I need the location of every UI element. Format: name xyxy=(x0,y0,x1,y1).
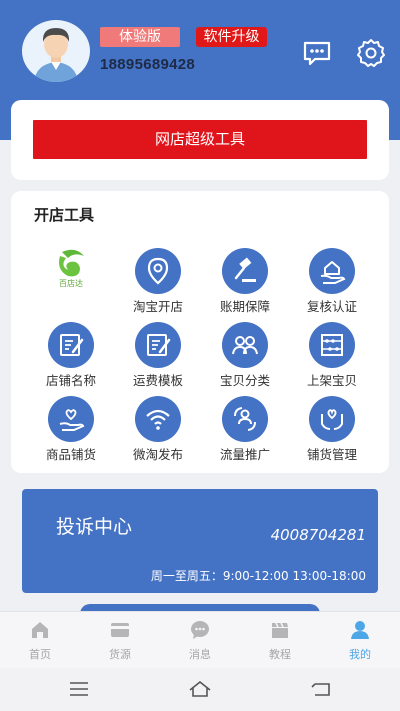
tab-label: 教程 xyxy=(269,648,291,661)
tab-source[interactable]: 货源 xyxy=(80,612,160,669)
tool-label: 商品铺货 xyxy=(45,447,96,462)
avatar[interactable] xyxy=(22,20,90,82)
banner-card: 网店超级工具 xyxy=(11,100,389,180)
edit-document-icon xyxy=(48,322,94,368)
tab-label: 我的 xyxy=(349,648,371,661)
tab-label: 首页 xyxy=(29,648,51,661)
clapper-icon xyxy=(270,620,290,640)
baidianda-logo-text: 百店达 xyxy=(59,279,83,288)
tool-label: 宝贝分类 xyxy=(219,373,270,388)
location-pin-icon xyxy=(135,248,181,294)
tool-weitao-publish[interactable]: 微淘发布 xyxy=(113,396,203,466)
tool-taobao-open-store[interactable]: 淘宝开店 xyxy=(113,248,203,318)
complaint-center-card[interactable]: 投诉中心 4008704281 周一至周五：9:00-12:00 13:00-1… xyxy=(22,489,378,593)
tool-item-category[interactable]: 宝贝分类 xyxy=(200,322,290,392)
tab-label: 货源 xyxy=(109,648,131,661)
tool-shipping-template[interactable]: 运费模板 xyxy=(113,322,203,392)
card-icon xyxy=(110,620,130,640)
tab-messages[interactable]: 消息 xyxy=(160,612,240,669)
tool-traffic-promotion[interactable]: 流量推广 xyxy=(200,396,290,466)
gear-icon[interactable] xyxy=(356,38,386,68)
tool-label: 运费模板 xyxy=(132,373,183,388)
tool-label: 流量推广 xyxy=(219,447,270,462)
hands-heart-icon xyxy=(309,396,355,442)
tab-home[interactable]: 首页 xyxy=(0,612,80,669)
bottom-tab-bar: 首页 货源 消息 教程 我的 xyxy=(0,611,400,668)
edit-document-icon xyxy=(135,322,181,368)
message-icon[interactable] xyxy=(302,38,332,68)
system-navigation-bar xyxy=(0,668,400,711)
heart-hand-icon xyxy=(48,396,94,442)
tool-recheck-certification[interactable]: 复核认证 xyxy=(287,248,377,318)
abacus-icon xyxy=(309,322,355,368)
tool-label: 淘宝开店 xyxy=(132,299,183,314)
tool-store-name[interactable]: 店铺名称 xyxy=(26,322,116,392)
software-upgrade-button[interactable]: 软件升级 xyxy=(196,27,267,47)
house-hand-icon xyxy=(309,248,355,294)
shop-tools-card: 开店工具 百店达 淘宝开店 账期保障 复核认证 店铺名称 运费模板 宝贝分类 上… xyxy=(11,191,389,473)
wifi-icon xyxy=(135,396,181,442)
people-icon xyxy=(222,322,268,368)
complaint-center-title: 投诉中心 xyxy=(56,516,133,538)
tab-mine[interactable]: 我的 xyxy=(320,612,400,669)
home-icon xyxy=(30,620,50,640)
tab-tutorial[interactable]: 教程 xyxy=(240,612,320,669)
service-hours: 周一至周五：9:00-12:00 13:00-18:00 xyxy=(150,569,366,583)
tool-product-distribution[interactable]: 商品铺货 xyxy=(26,396,116,466)
trial-version-badge: 体验版 xyxy=(100,27,180,47)
chat-icon xyxy=(190,620,210,640)
tool-distribution-management[interactable]: 铺货管理 xyxy=(287,396,377,466)
home-nav-icon[interactable] xyxy=(188,678,212,700)
tool-label: 账期保障 xyxy=(219,299,270,314)
gavel-icon xyxy=(222,248,268,294)
tool-baidianda[interactable]: 百店达 xyxy=(26,248,116,318)
person-icon xyxy=(350,620,370,640)
tool-label: 店铺名称 xyxy=(45,373,96,388)
tool-label: 微淘发布 xyxy=(132,447,183,462)
complaint-hotline[interactable]: 4008704281 xyxy=(271,526,366,544)
baidianda-logo-icon: 百店达 xyxy=(46,248,96,294)
tab-label: 消息 xyxy=(189,648,211,661)
tool-label: 复核认证 xyxy=(306,299,357,314)
back-icon[interactable] xyxy=(309,678,333,700)
tool-label: 上架宝贝 xyxy=(306,373,357,388)
section-title: 开店工具 xyxy=(34,206,95,224)
tool-list-item[interactable]: 上架宝贝 xyxy=(287,322,377,392)
menu-icon[interactable] xyxy=(67,678,91,700)
shop-super-tool-button[interactable]: 网店超级工具 xyxy=(33,120,367,159)
tool-payment-guarantee[interactable]: 账期保障 xyxy=(200,248,290,318)
exchange-people-icon xyxy=(222,396,268,442)
tool-label: 铺货管理 xyxy=(306,447,357,462)
phone-number: 18895689428 xyxy=(100,56,196,73)
